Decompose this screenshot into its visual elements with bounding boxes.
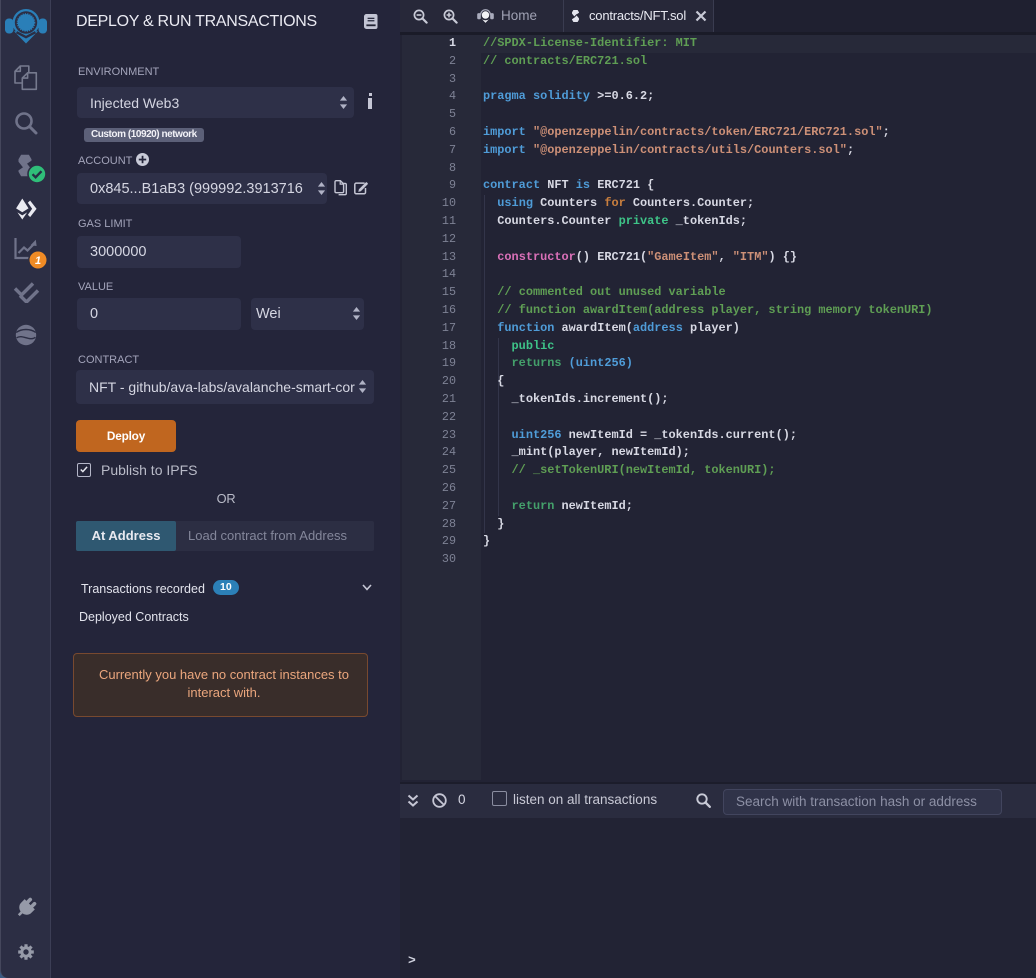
svg-text:1: 1 bbox=[35, 255, 41, 267]
